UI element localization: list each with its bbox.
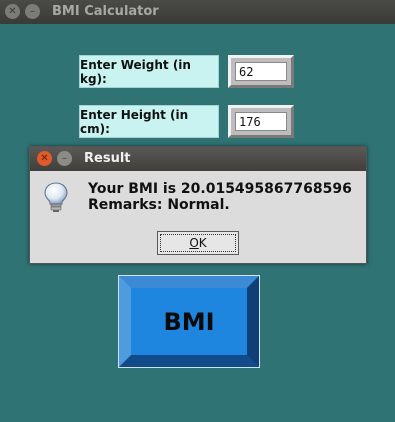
remarks-text: Remarks: Normal. (88, 197, 230, 213)
height-input[interactable] (235, 112, 287, 131)
bmi-button-bevel-bottom (119, 355, 259, 367)
bmi-button-bevel-right (247, 276, 259, 367)
ok-label-rest: K (198, 236, 207, 250)
weight-label: Enter Weight (in kg): (79, 55, 219, 88)
weight-input[interactable] (235, 62, 287, 81)
result-dialog: ✕ – Result Your BMI is 20.01549586776859… (29, 146, 367, 264)
window-close-icon[interactable]: ✕ (5, 4, 20, 19)
dialog-close-glyph: ✕ (40, 152, 49, 164)
bmi-result-text: Your BMI is 20.015495867768596 (88, 181, 352, 197)
lightbulb-icon (44, 182, 68, 212)
bmi-button-label: BMI (131, 288, 247, 355)
minimize-glyph: – (30, 5, 35, 17)
bmi-button-bevel-left (119, 276, 131, 367)
dialog-close-icon[interactable]: ✕ (37, 151, 52, 166)
result-message: Your BMI is 20.015495867768596 Remarks: … (88, 181, 352, 213)
height-field-frame (228, 105, 294, 138)
main-title-bar: ✕ – BMI Calculator (0, 0, 395, 24)
close-glyph: ✕ (8, 5, 17, 17)
ok-button[interactable]: OK (157, 231, 239, 255)
height-label: Enter Height (in cm): (79, 105, 219, 138)
weight-field-frame (228, 55, 294, 88)
bmi-button[interactable]: BMI (118, 275, 260, 368)
dialog-minimize-glyph: – (62, 152, 67, 164)
ok-mnemonic: O (189, 236, 199, 250)
bmi-button-bevel-top (119, 276, 259, 288)
dialog-minimize-icon[interactable]: – (57, 151, 72, 166)
window-minimize-icon[interactable]: – (25, 4, 40, 19)
window-title: BMI Calculator (52, 4, 159, 19)
dialog-title: Result (84, 151, 131, 166)
dialog-title-bar: ✕ – Result (30, 147, 366, 171)
